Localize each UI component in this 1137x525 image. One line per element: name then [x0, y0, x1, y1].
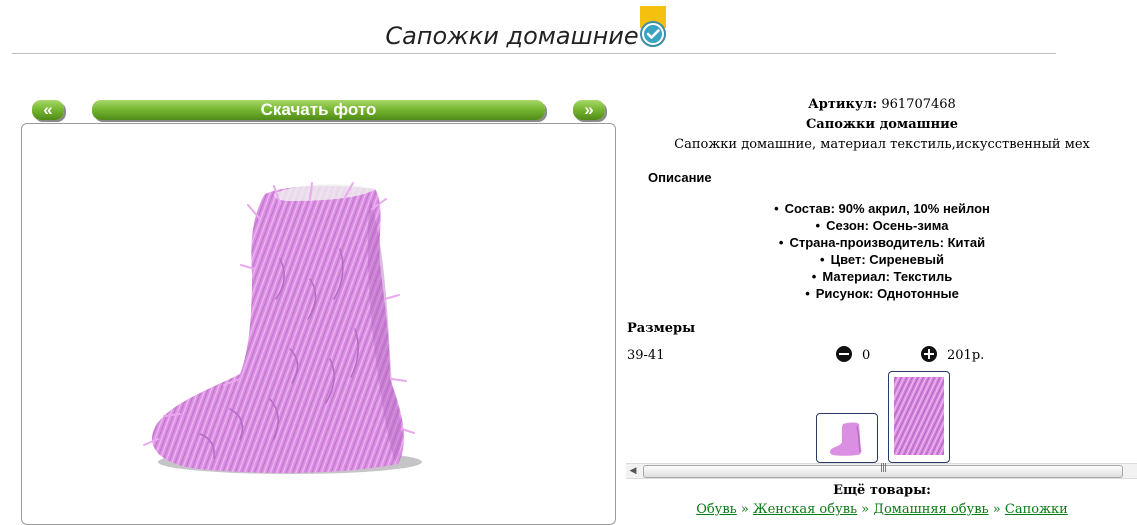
thumbnail-fur-closeup[interactable]: [888, 371, 950, 463]
decrease-quantity-button[interactable]: [836, 346, 852, 362]
breadcrumb-link-boots[interactable]: Сапожки: [1005, 502, 1068, 517]
article-line: Артикул: 961707468: [626, 97, 1137, 112]
breadcrumb-separator: »: [740, 502, 749, 517]
sizes-label: Размеры: [627, 321, 696, 336]
download-photo-button[interactable]: Скачать фото: [92, 100, 545, 120]
size-value: 39-41: [627, 348, 665, 363]
scroll-grip-icon: |||: [879, 463, 887, 473]
feature-item: Рисунок: Однотонные: [626, 285, 1137, 302]
breadcrumb-link-home-shoes[interactable]: Домашняя обувь: [873, 502, 988, 517]
scroll-left-arrow-icon[interactable]: ◀: [626, 464, 640, 478]
article-label: Артикул:: [808, 97, 878, 112]
breadcrumb-link-shoes[interactable]: Обувь: [696, 502, 737, 517]
verified-check-icon: [640, 6, 666, 48]
price-value: 201р.: [947, 348, 985, 363]
description-title: Описание: [648, 170, 712, 185]
next-photo-button[interactable]: »: [573, 100, 605, 120]
page-title: Сапожки домашние: [385, 22, 639, 50]
increase-quantity-button[interactable]: [921, 346, 937, 362]
quantity-value: 0: [862, 348, 871, 363]
scroll-thumb[interactable]: |||: [643, 463, 1123, 478]
product-photo-frame: [21, 123, 616, 525]
article-value: 961707468: [881, 97, 956, 112]
breadcrumb: Обувь » Женская обувь » Домашняя обувь »…: [626, 502, 1137, 517]
feature-item: Цвет: Сиреневый: [626, 251, 1137, 268]
product-photo: [143, 182, 422, 474]
thumbnail-boot[interactable]: [816, 413, 878, 463]
breadcrumb-separator: »: [992, 502, 1001, 517]
feature-item: Сезон: Осень-зима: [626, 217, 1137, 234]
product-name: Сапожки домашние: [805, 117, 959, 132]
more-items-label: Ещё товары:: [833, 483, 931, 498]
feature-item: Страна-производитель: Китай: [626, 234, 1137, 251]
product-short-description: Сапожки домашние, материал текстиль,иску…: [674, 137, 1090, 152]
feature-item: Материал: Текстиль: [626, 268, 1137, 285]
feature-list: Состав: 90% акрил, 10% нейлон Сезон: Осе…: [626, 200, 1137, 302]
breadcrumb-link-women-shoes[interactable]: Женская обувь: [753, 502, 857, 517]
prev-photo-button[interactable]: «: [32, 100, 64, 120]
thumbnail-scrollbar[interactable]: ◀ |||: [626, 463, 1137, 479]
feature-item: Состав: 90% акрил, 10% нейлон: [626, 200, 1137, 217]
title-divider: [12, 53, 1056, 54]
breadcrumb-separator: »: [861, 502, 870, 517]
